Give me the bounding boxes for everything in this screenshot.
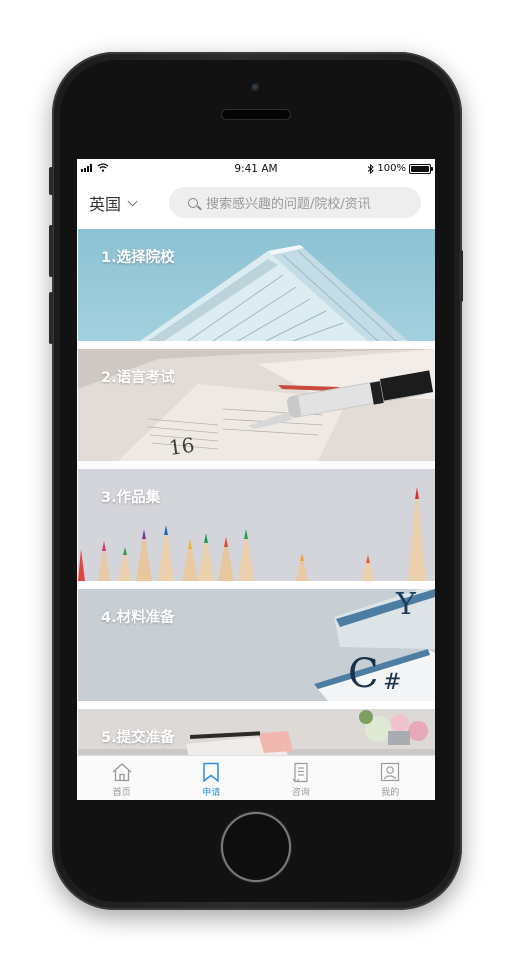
tab-bar: 首页 申请 咨询 我的 (77, 755, 435, 800)
home-button[interactable] (223, 814, 289, 880)
tab-home[interactable]: 首页 (77, 756, 167, 800)
step-card-3[interactable]: 3.作品集 (78, 469, 435, 581)
document-icon (292, 762, 308, 783)
tab-label: 首页 (112, 788, 131, 798)
battery-percent: 100% (377, 163, 406, 174)
chevron-down-icon (127, 196, 138, 206)
profile-icon (381, 762, 400, 782)
mute-switch (49, 167, 53, 195)
search-placeholder: 搜索感兴趣的问题/院校/资讯 (206, 197, 371, 212)
power-button (459, 250, 463, 302)
volume-up-button (49, 225, 53, 277)
search-icon (188, 197, 198, 208)
step-card-1[interactable]: 1.选择院校 (78, 229, 435, 341)
step-label: 5.提交准备 (101, 730, 175, 746)
tab-label: 我的 (381, 788, 400, 798)
svg-text:16: 16 (167, 433, 196, 460)
volume-down-button (49, 292, 53, 344)
tab-apply[interactable]: 申请 (167, 756, 257, 800)
svg-text:C: C (348, 651, 379, 697)
home-icon (112, 763, 132, 782)
app-screen: 9:41 AM 100% 英国 搜索感兴趣的问题/院校/资讯 1.选择院校 16… (77, 159, 435, 800)
step-label: 1.选择院校 (101, 250, 175, 266)
region-label: 英国 (89, 195, 122, 214)
region-selector[interactable]: 英国 (89, 191, 138, 215)
front-camera (251, 83, 261, 93)
bookmark-icon (203, 762, 219, 783)
earpiece-speaker (222, 110, 290, 119)
svg-text:#: # (383, 670, 401, 695)
step-card-4[interactable]: Y C # 4.材料准备 (78, 589, 435, 701)
step-label: 3.作品集 (101, 490, 161, 506)
tab-label: 咨询 (291, 788, 310, 798)
status-right: 100% (367, 163, 433, 174)
step-label: 4.材料准备 (101, 610, 175, 626)
top-bar: 英国 搜索感兴趣的问题/院校/资讯 (77, 178, 435, 231)
search-bar[interactable]: 搜索感兴趣的问题/院校/资讯 (169, 187, 421, 218)
tab-profile[interactable]: 我的 (346, 756, 436, 800)
battery-icon (409, 163, 433, 174)
step-card-2[interactable]: 16 2.语言考试 (78, 349, 435, 461)
svg-text:Y: Y (395, 589, 417, 622)
step-label: 2.语言考试 (101, 370, 175, 386)
tab-consult[interactable]: 咨询 (256, 756, 346, 800)
status-bar: 9:41 AM 100% (77, 159, 435, 178)
bluetooth-icon (368, 163, 375, 174)
tab-label: 申请 (202, 788, 221, 798)
